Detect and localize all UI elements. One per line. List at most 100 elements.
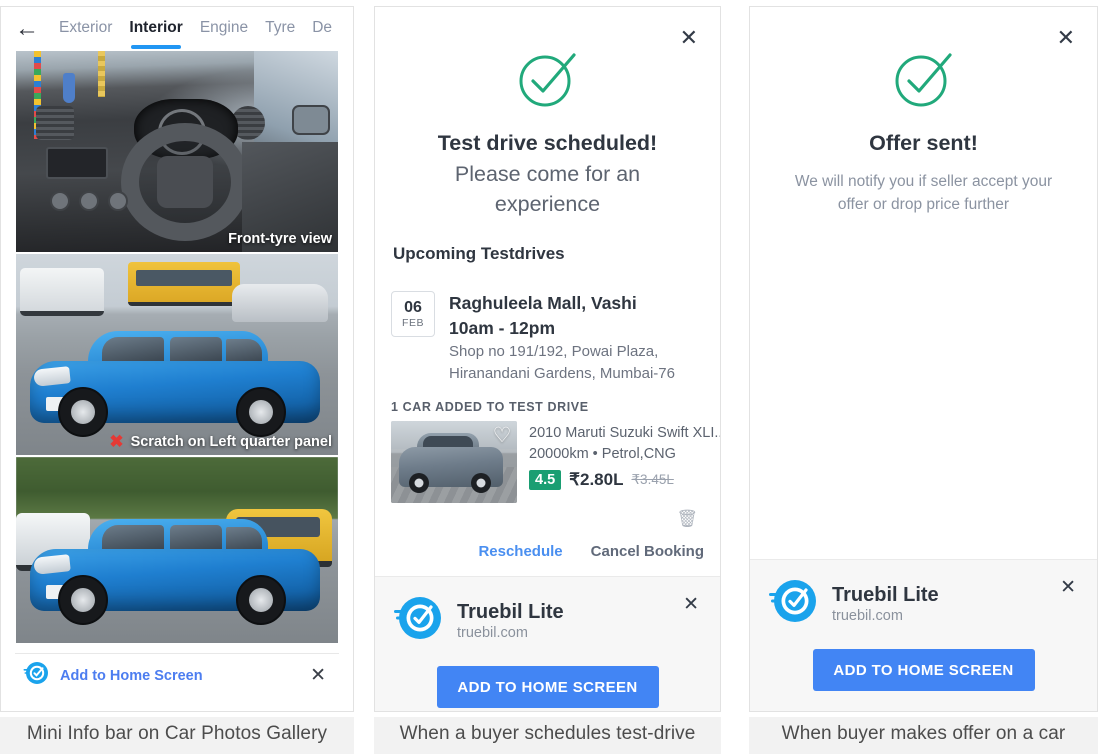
panel-caption-offer-sent: When buyer makes offer on a car bbox=[749, 717, 1098, 754]
booking-day: 06 bbox=[404, 299, 422, 317]
sheet-spacer bbox=[750, 216, 1097, 559]
background-van bbox=[20, 268, 104, 316]
screenshot-board: ← Exterior Interior Engine Tyre De Front… bbox=[0, 0, 1098, 754]
truebil-logo-icon bbox=[393, 593, 443, 648]
trash-icon[interactable]: 🗑 bbox=[375, 503, 720, 529]
defect-x-icon: ✖ bbox=[109, 432, 124, 451]
photo-gallery: Front-tyre view ✖ Scratch on Left quarte… bbox=[1, 51, 353, 643]
truebil-lite-promo: Truebil Lite truebil.com ✕ ADD TO HOME S… bbox=[375, 576, 720, 711]
close-icon[interactable]: ✕ bbox=[307, 662, 329, 689]
tab-exterior[interactable]: Exterior bbox=[59, 19, 112, 40]
add-to-home-screen-minibar[interactable]: Add to Home Screen ✕ bbox=[15, 653, 339, 697]
date-chip: 06 FEB bbox=[391, 291, 435, 338]
car-price-row: 4.5 ₹2.80L ₹3.45L bbox=[529, 470, 720, 491]
cancel-booking-button[interactable]: Cancel Booking bbox=[591, 543, 704, 560]
promo-text: Truebil Lite truebil.com bbox=[832, 583, 1043, 624]
car-list-item[interactable]: ♡ 2010 Maruti Suzuki Swift XLI... 20000k… bbox=[375, 421, 721, 504]
dialog-headline-rest: Please come for an experience bbox=[454, 161, 641, 217]
blue-hatchback-2 bbox=[30, 517, 320, 625]
panel-caption-test-drive: When a buyer schedules test-drive bbox=[374, 717, 721, 754]
car-info: 2010 Maruti Suzuki Swift XLI... 20000km … bbox=[529, 421, 721, 503]
truebil-logo-icon bbox=[768, 576, 818, 631]
photo-caption-text: Scratch on Left quarter panel bbox=[130, 433, 332, 450]
booking-address-line2: Hiranandani Gardens, Mumbai-76 bbox=[449, 364, 675, 382]
test-drive-dialog: ✕ Test drive scheduled! Please come for … bbox=[375, 7, 720, 711]
dialog-subline-2: offer or drop price further bbox=[837, 195, 1010, 213]
booking-time-slot: 10am - 12pm bbox=[449, 318, 556, 339]
promo-subtitle: truebil.com bbox=[457, 625, 528, 642]
truebil-logo-icon bbox=[23, 660, 49, 691]
background-bus bbox=[128, 262, 240, 306]
car-old-price: ₹3.45L bbox=[631, 472, 674, 488]
close-icon[interactable]: ✕ bbox=[680, 593, 702, 616]
booking-details: Raghuleela Mall, Vashi 10am - 12pm Shop … bbox=[449, 291, 704, 384]
panel-caption-gallery: Mini Info bar on Car Photos Gallery bbox=[0, 717, 354, 754]
add-to-home-screen-label: Add to Home Screen bbox=[60, 667, 203, 684]
photo-caption-2: ✖ Scratch on Left quarter panel bbox=[109, 433, 332, 450]
close-icon[interactable]: ✕ bbox=[1057, 576, 1079, 599]
air-freshener bbox=[63, 73, 75, 103]
promo-text: Truebil Lite truebil.com bbox=[457, 600, 666, 641]
gallery-tabbar: ← Exterior Interior Engine Tyre De bbox=[1, 7, 353, 51]
promo-title: Truebil Lite bbox=[832, 584, 939, 606]
phone-frame-test-drive: ✕ Test drive scheduled! Please come for … bbox=[374, 6, 721, 712]
panel-test-drive: ✕ Test drive scheduled! Please come for … bbox=[374, 0, 721, 754]
car-price: ₹2.80L bbox=[569, 470, 624, 490]
background-car bbox=[232, 284, 328, 322]
gallery-photo-interior[interactable]: Front-tyre view bbox=[16, 51, 338, 252]
rating-badge: 4.5 bbox=[529, 470, 562, 491]
booking-row: 06 FEB Raghuleela Mall, Vashi 10am - 12p… bbox=[375, 277, 720, 384]
reschedule-button[interactable]: Reschedule bbox=[478, 543, 562, 560]
close-icon[interactable]: ✕ bbox=[674, 23, 704, 53]
cars-added-label: 1 CAR ADDED TO TEST DRIVE bbox=[391, 400, 589, 415]
gallery-photo-scratch[interactable]: ✖ Scratch on Left quarter panel bbox=[16, 254, 338, 455]
knob bbox=[79, 191, 99, 211]
photo-caption-text: Front-tyre view bbox=[228, 231, 332, 247]
success-icon-wrap bbox=[375, 7, 720, 114]
car-tyre-rear bbox=[236, 387, 286, 437]
dialog-headline-bold: Offer sent! bbox=[869, 131, 978, 155]
truebil-lite-promo: Truebil Lite truebil.com ✕ ADD TO HOME S… bbox=[750, 559, 1097, 711]
tab-dents[interactable]: De bbox=[312, 19, 332, 40]
booking-actions: Reschedule Cancel Booking bbox=[375, 529, 720, 576]
promo-title: Truebil Lite bbox=[457, 601, 564, 624]
upcoming-testdrives-title: Upcoming Testdrives bbox=[393, 244, 565, 264]
close-icon[interactable]: ✕ bbox=[1051, 23, 1081, 53]
car-title: 2010 Maruti Suzuki Swift XLI... bbox=[529, 425, 721, 442]
dialog-subline-1: We will notify you if seller accept your bbox=[794, 172, 1053, 190]
hanging-ornament-2 bbox=[98, 51, 105, 97]
side-mirror bbox=[292, 105, 330, 135]
panel-offer-sent: ✕ Offer sent! We will notify you if sell… bbox=[749, 0, 1098, 754]
dialog-headline: Offer sent! bbox=[750, 114, 1097, 159]
back-arrow-icon[interactable]: ← bbox=[15, 17, 39, 41]
tab-engine[interactable]: Engine bbox=[200, 19, 248, 40]
car-tyre-front bbox=[58, 387, 108, 437]
dialog-headline-bold: Test drive scheduled! bbox=[437, 131, 658, 155]
add-to-home-screen-button[interactable]: ADD TO HOME SCREEN bbox=[436, 666, 659, 709]
promo-subtitle: truebil.com bbox=[832, 608, 903, 624]
booking-address-line1: Shop no 191/192, Powai Plaza, bbox=[449, 342, 659, 360]
car-tyre-rear bbox=[236, 575, 286, 625]
gallery-photo-roadside[interactable] bbox=[16, 457, 338, 643]
green-check-circle-icon bbox=[517, 51, 579, 114]
steering-wheel bbox=[121, 123, 249, 241]
green-check-circle-icon bbox=[893, 51, 955, 114]
tab-tyre[interactable]: Tyre bbox=[265, 19, 295, 40]
blue-hatchback bbox=[30, 329, 320, 437]
promo-row: Truebil Lite truebil.com ✕ bbox=[393, 593, 702, 648]
car-stereo bbox=[46, 147, 108, 179]
phone-frame-gallery: ← Exterior Interior Engine Tyre De Front… bbox=[0, 6, 354, 712]
add-to-home-screen-button[interactable]: ADD TO HOME SCREEN bbox=[812, 649, 1035, 691]
car-tyre-front bbox=[58, 575, 108, 625]
car-thumbnail[interactable]: ♡ bbox=[391, 421, 517, 504]
photo-caption-1: Front-tyre view bbox=[228, 231, 332, 247]
tab-interior[interactable]: Interior bbox=[129, 19, 183, 49]
heart-icon[interactable]: ♡ bbox=[491, 425, 513, 447]
knob bbox=[50, 191, 70, 211]
booking-month: FEB bbox=[402, 317, 424, 329]
promo-row: Truebil Lite truebil.com ✕ bbox=[768, 576, 1079, 631]
air-vent-left bbox=[36, 106, 74, 140]
knob bbox=[108, 191, 128, 211]
offer-sent-dialog: ✕ Offer sent! We will notify you if sell… bbox=[750, 7, 1097, 711]
car-specs: 20000km • Petrol,CNG bbox=[529, 446, 676, 463]
